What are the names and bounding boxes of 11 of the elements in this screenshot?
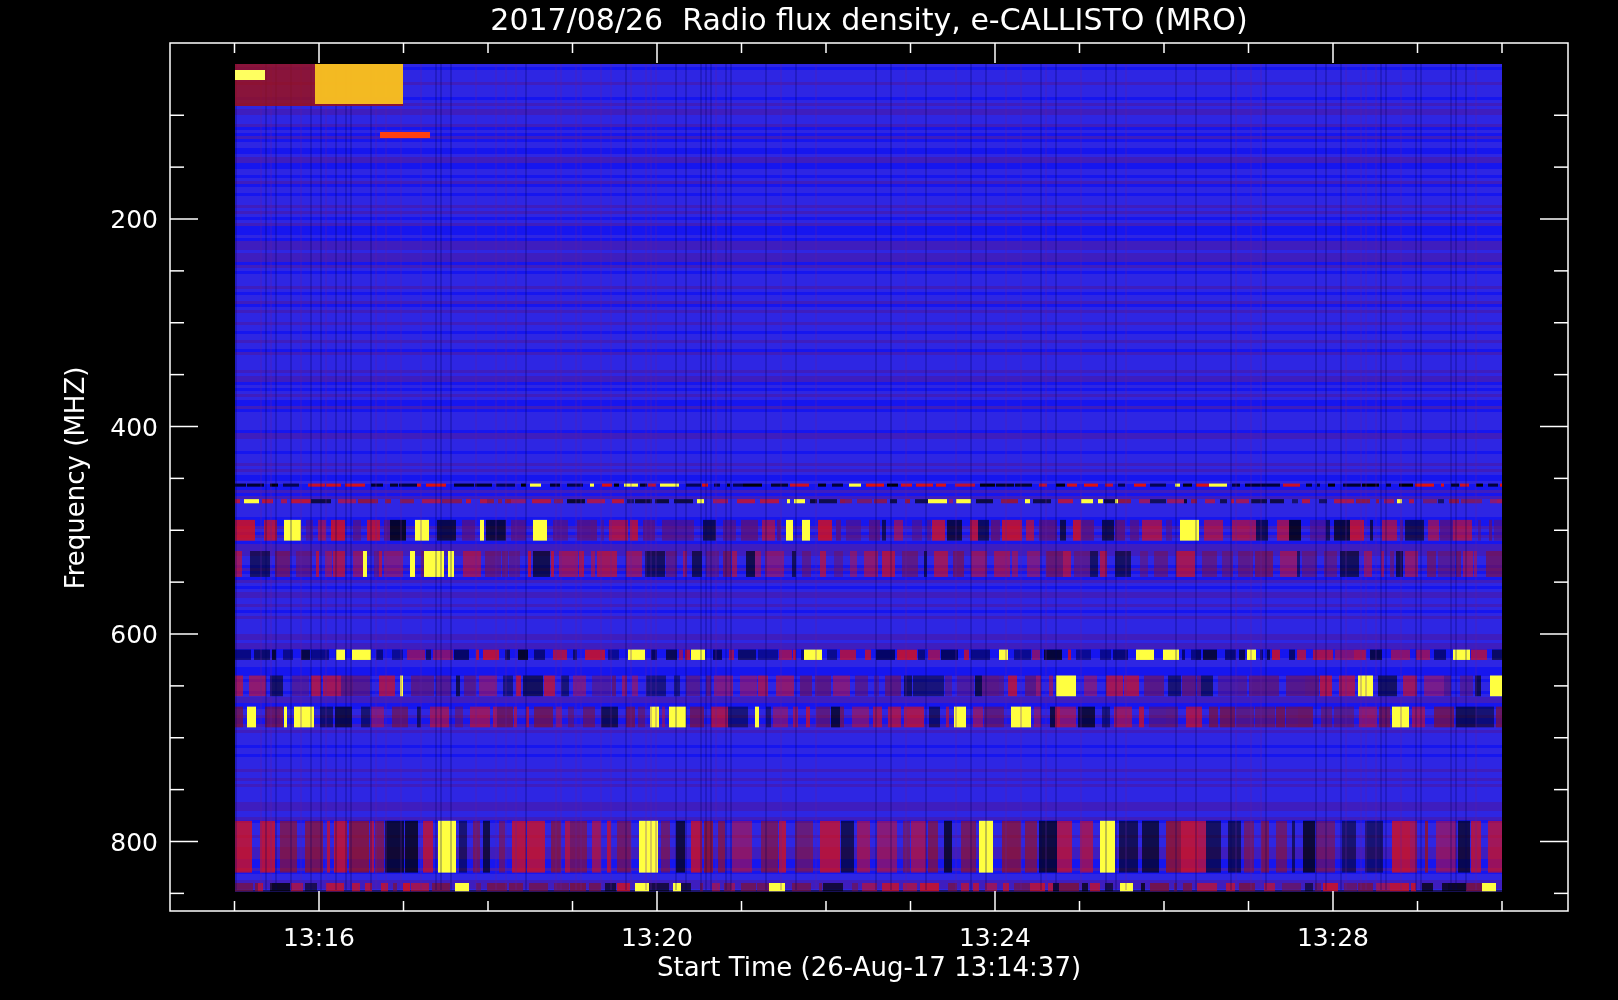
x-axis-label: Start Time (26-Aug-17 13:14:37)	[656, 952, 1082, 982]
y-tick-label: 800	[110, 827, 158, 857]
y-tick-label: 400	[110, 412, 158, 442]
x-tick-label: 13:20	[621, 923, 693, 952]
y-tick-label: 600	[110, 620, 158, 649]
x-tick-label: 13:16	[283, 923, 355, 952]
chart-title: 2017/08/26 Radio flux density, e-CALLISTO (MRO)	[490, 2, 1248, 37]
y-axis-label: Frequency (MHZ)	[60, 366, 90, 590]
x-tick-label: 13:24	[959, 923, 1031, 952]
y-tick-label: 200	[110, 205, 158, 234]
x-tick-label: 13:28	[1297, 923, 1369, 952]
